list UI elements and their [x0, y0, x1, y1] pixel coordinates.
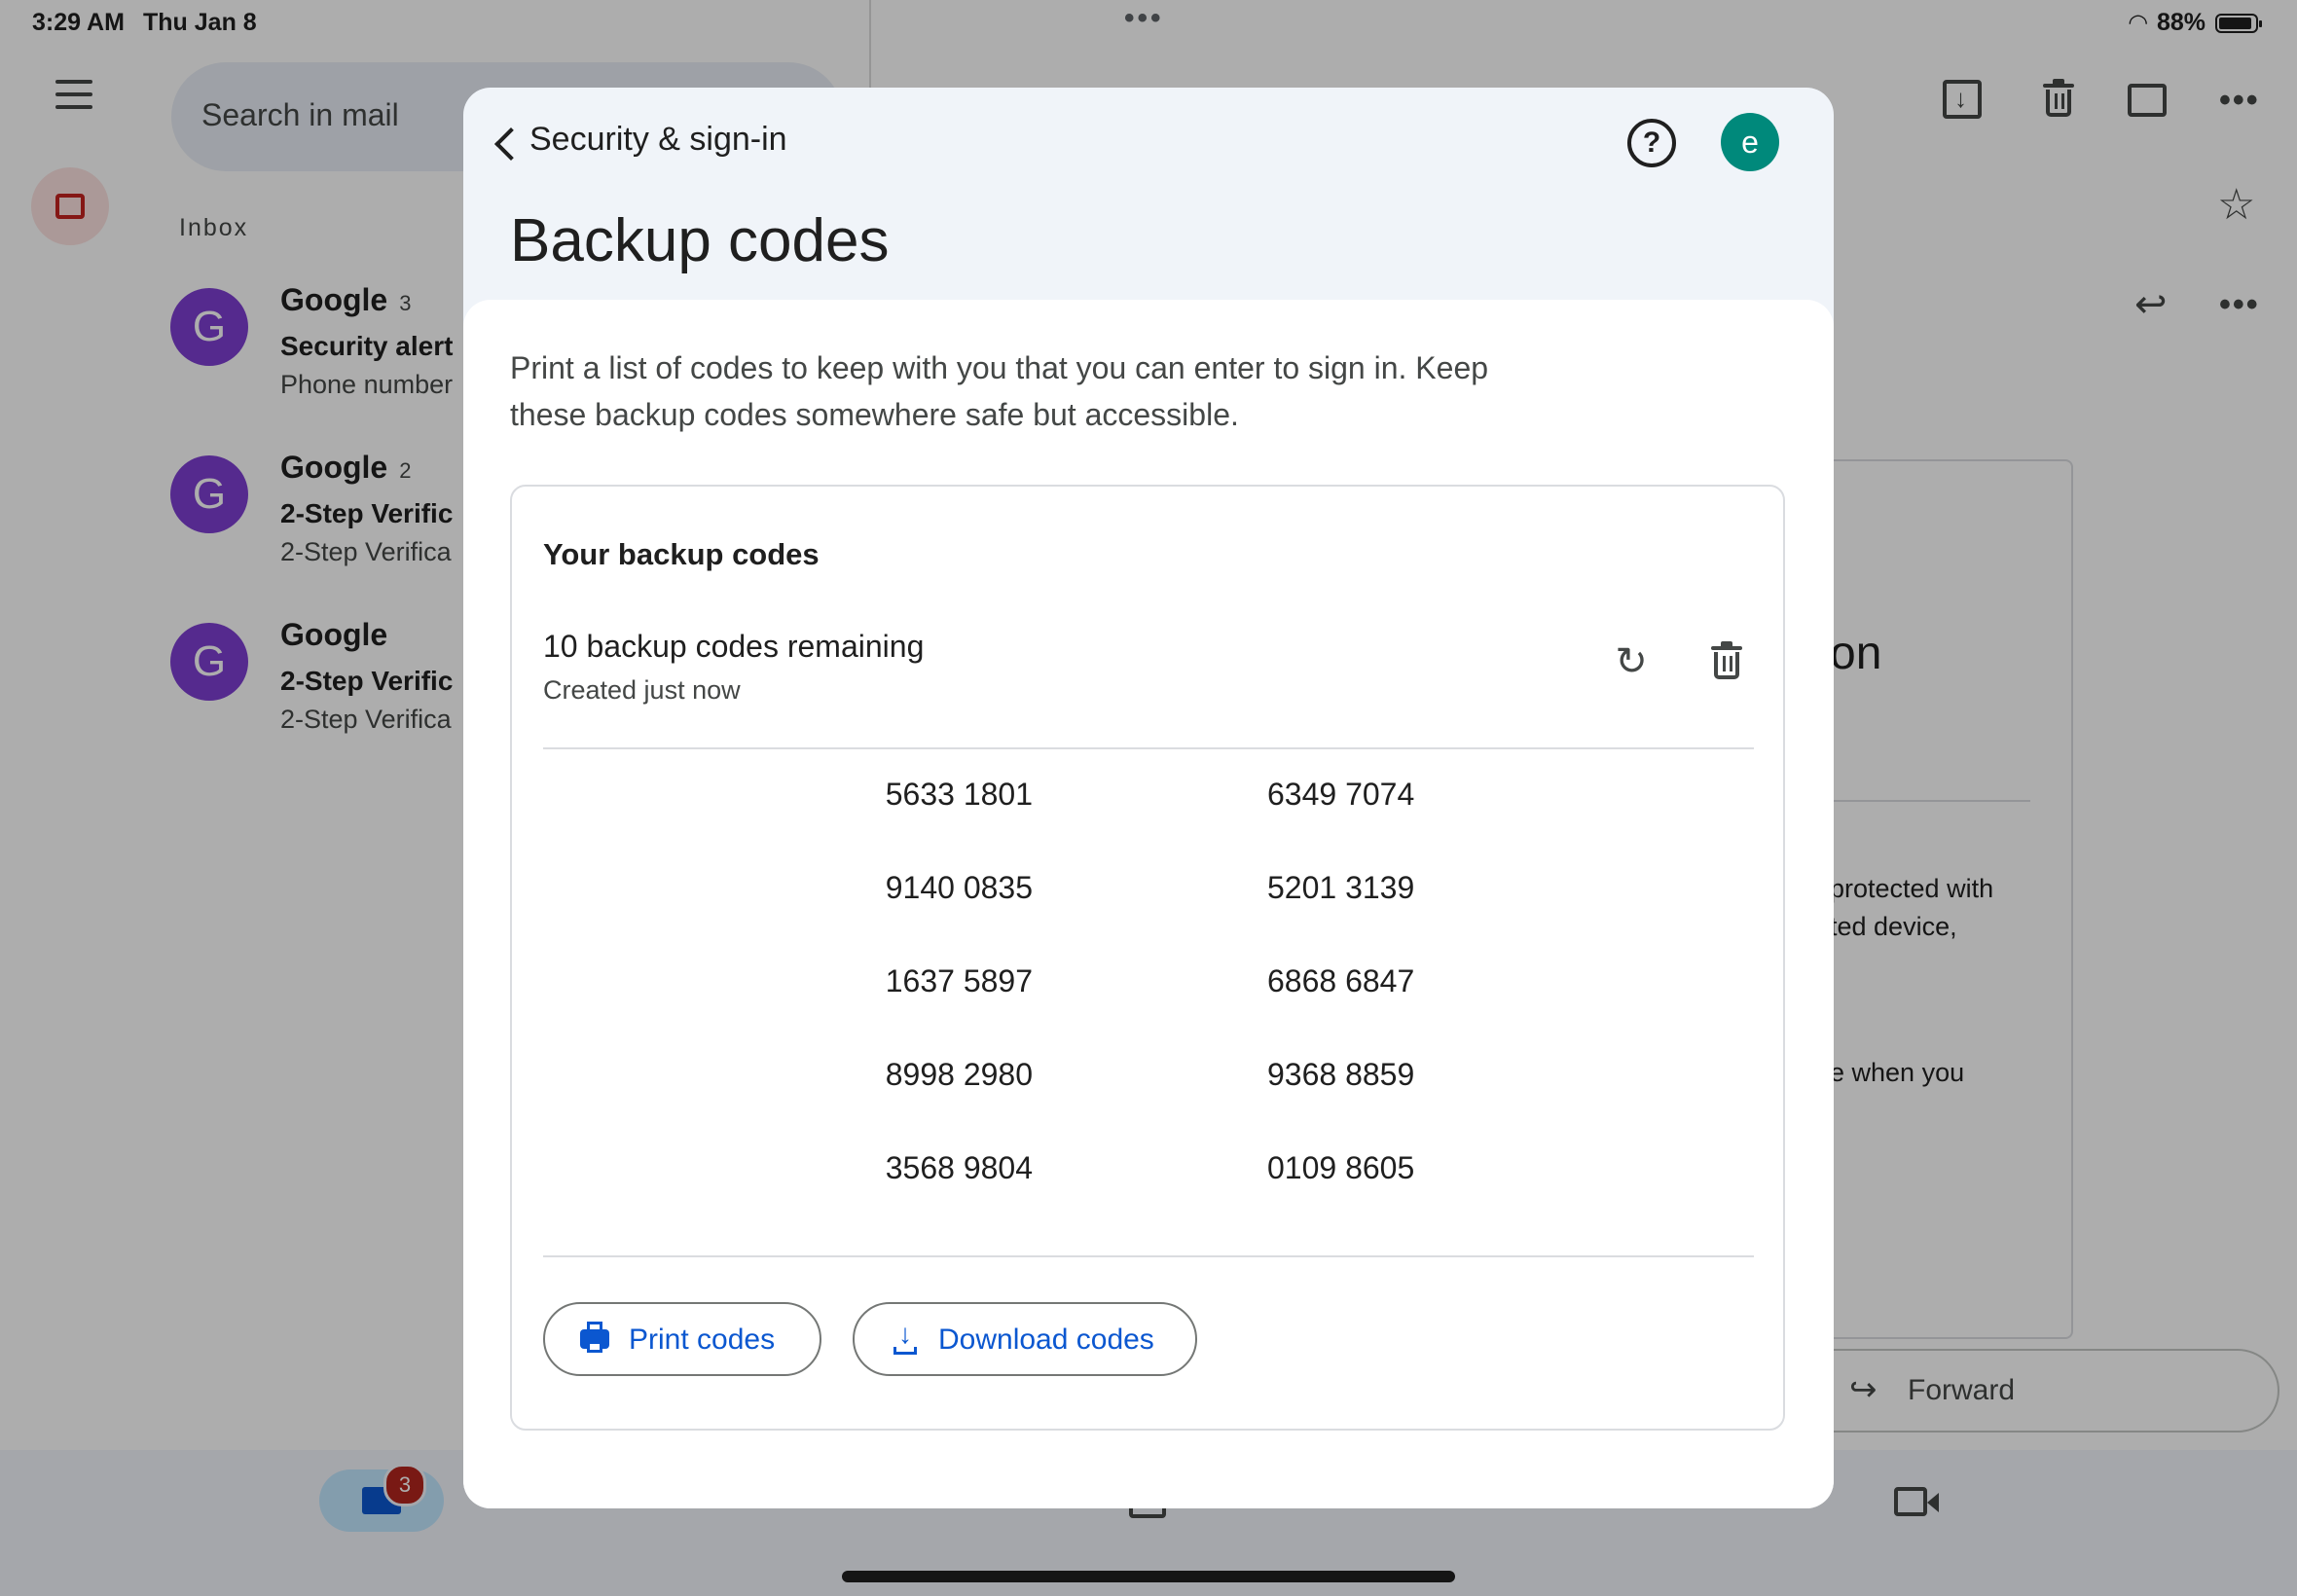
codes-grid: 5633 1801 6349 7074 9140 0835 5201 3139 …	[512, 777, 1787, 1244]
backup-code: 9368 8859	[1267, 1057, 1415, 1092]
backup-code: 8998 2980	[885, 1057, 1033, 1092]
back-button[interactable]	[483, 119, 533, 169]
backup-codes-card: Your backup codes 10 backup codes remain…	[510, 485, 1785, 1431]
card-title: Your backup codes	[543, 537, 820, 571]
printer-icon	[580, 1322, 609, 1353]
help-icon[interactable]: ?	[1627, 119, 1676, 167]
backup-code: 3568 9804	[885, 1150, 1033, 1185]
print-codes-label: Print codes	[629, 1324, 776, 1356]
delete-codes-icon[interactable]	[1707, 641, 1746, 681]
print-codes-button[interactable]: Print codes	[543, 1302, 821, 1376]
backup-codes-dialog: Security & sign-in ? e Backup codes Prin…	[463, 88, 1834, 1508]
backup-code: 1637 5897	[885, 963, 1033, 998]
download-codes-label: Download codes	[938, 1324, 1154, 1356]
backup-code: 9140 0835	[885, 870, 1033, 905]
backup-code: 5633 1801	[885, 777, 1033, 812]
dialog-header-title[interactable]: Security & sign-in	[529, 121, 787, 159]
divider	[543, 1255, 1754, 1257]
download-codes-button[interactable]: ↓ Download codes	[853, 1302, 1197, 1376]
refresh-icon[interactable]: ↻	[1612, 642, 1651, 681]
backup-code: 0109 8605	[1267, 1150, 1415, 1185]
backup-code: 5201 3139	[1267, 870, 1415, 905]
codes-remaining: 10 backup codes remaining	[543, 629, 925, 664]
divider	[543, 747, 1754, 749]
download-icon: ↓	[892, 1321, 919, 1357]
dialog-content: Print a list of codes to keep with you t…	[463, 300, 1834, 1508]
page-description: Print a list of codes to keep with you t…	[510, 350, 1489, 432]
chevron-left-icon	[494, 127, 528, 161]
page-title: Backup codes	[510, 207, 890, 274]
account-avatar[interactable]: e	[1721, 113, 1779, 171]
backup-code: 6349 7074	[1267, 777, 1415, 812]
codes-created: Created just now	[543, 675, 741, 705]
backup-code: 6868 6847	[1267, 963, 1415, 998]
